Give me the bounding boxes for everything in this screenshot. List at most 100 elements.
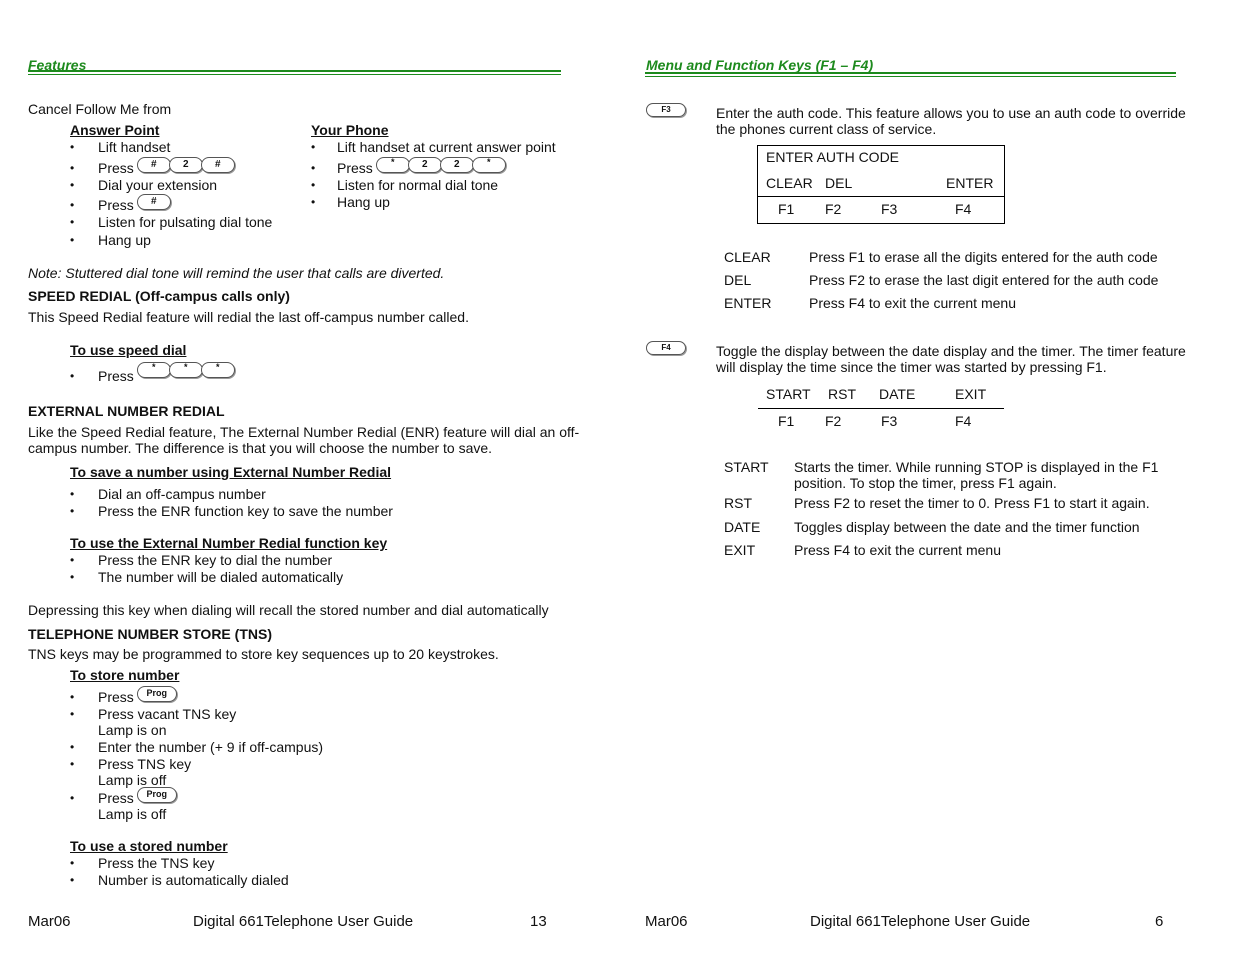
list-item: Press the ENR key to dial the number	[98, 552, 333, 568]
enr-desc: Like the Speed Redial feature, The Exter…	[28, 424, 580, 440]
list-item: Lift handset	[98, 139, 171, 155]
list-item: Lift handset at current answer point	[337, 139, 556, 155]
title-rule	[645, 76, 1176, 77]
def-text: position. To stop the timer, press F1 ag…	[794, 475, 1057, 491]
display-divider	[757, 196, 1004, 197]
key-sequence: * 2 2 *	[375, 157, 506, 173]
fkey-label: F3	[881, 413, 898, 429]
list-item: Number is automatically dialed	[98, 872, 289, 888]
key-sequence: #	[136, 194, 171, 210]
display-title: ENTER AUTH CODE	[766, 149, 900, 165]
def-term: DATE	[724, 519, 761, 535]
def-term: START	[724, 459, 769, 475]
hash-key-icon: #	[136, 194, 171, 210]
title-rule	[28, 70, 561, 72]
def-term: ENTER	[724, 295, 772, 311]
def-term: RST	[724, 495, 752, 511]
footer-page-number: 13	[530, 913, 547, 930]
f3-desc: Enter the auth code. This feature allows…	[716, 105, 1186, 121]
display-label: ENTER	[946, 175, 994, 191]
enr-use-heading: To use the External Number Redial functi…	[70, 535, 388, 551]
list-item: Press Prog	[98, 787, 177, 806]
hash-key-icon: #	[200, 157, 235, 173]
speed-redial-heading: SPEED REDIAL (Off-campus calls only)	[28, 288, 290, 304]
list-subitem: Lamp is off	[98, 772, 167, 788]
list-item: Dial an off-campus number	[98, 486, 266, 502]
footer-date: Mar06	[645, 913, 688, 930]
tns-store-heading: To store number	[70, 667, 180, 683]
prog-key-icon: Prog	[136, 787, 177, 803]
list-item: Press * * *	[98, 362, 235, 384]
title-rule	[28, 74, 561, 75]
star-key-icon: *	[136, 362, 171, 378]
list-subitem: Lamp is off	[98, 806, 167, 822]
enr-footer-note: Depressing this key when dialing will re…	[28, 602, 549, 618]
star-key-icon: *	[471, 157, 506, 173]
def-text: Toggles display between the date and the…	[794, 519, 1140, 535]
list-item: Listen for pulsating dial tone	[98, 214, 273, 230]
f3-desc: the phones current class of service.	[716, 121, 937, 137]
f4-key-icon: F4	[646, 341, 686, 355]
display-label: RST	[828, 386, 856, 402]
fkey-label: F1	[778, 201, 795, 217]
list-item: Press Prog	[98, 686, 177, 705]
display-label: CLEAR	[766, 175, 813, 191]
fkey-label: F3	[881, 201, 898, 217]
intro-text: Cancel Follow Me from	[28, 101, 172, 117]
list-item: Press #2 #	[98, 157, 235, 176]
footer-date: Mar06	[28, 913, 71, 930]
def-term: EXIT	[724, 542, 756, 558]
list-item: Press vacant TNS key	[98, 706, 237, 722]
list-item: Press TNS key	[98, 756, 192, 772]
list-item: Listen for normal dial tone	[337, 177, 499, 193]
def-text: Starts the timer. While running STOP is …	[794, 459, 1159, 475]
your-phone-heading: Your Phone	[311, 122, 389, 138]
footer-page-number: 6	[1155, 913, 1164, 930]
display-label: START	[766, 386, 811, 402]
two-key-icon: 2	[407, 157, 442, 173]
list-item: Press the TNS key	[98, 855, 215, 871]
display-label: DATE	[879, 386, 916, 402]
star-key-icon: *	[168, 362, 203, 378]
section-title: Menu and Function Keys (F1 – F4)	[646, 57, 874, 73]
star-key-icon: *	[375, 157, 410, 173]
f4-desc: Toggle the display between the date disp…	[716, 343, 1186, 359]
fkey-label: F4	[955, 413, 972, 429]
enr-desc: campus number. The difference is that yo…	[28, 440, 493, 456]
tns-desc: TNS keys may be programmed to store key …	[28, 646, 499, 662]
f3-key-icon: F3	[646, 103, 686, 117]
two-key-icon: 2	[439, 157, 474, 173]
prog-key-icon: Prog	[136, 686, 177, 702]
list-item: Dial your extension	[98, 177, 218, 193]
display-label: DEL	[825, 175, 853, 191]
key-sequence: Prog	[136, 787, 177, 803]
fkey-label: F1	[778, 413, 795, 429]
list-item: Hang up	[98, 232, 151, 248]
list-item: Press the ENR function key to save the n…	[98, 503, 393, 519]
speed-redial-desc: This Speed Redial feature will redial th…	[28, 309, 469, 325]
list-item: Press #	[98, 194, 171, 213]
title-rule	[645, 72, 1176, 74]
def-text: Press F4 to exit the current menu	[809, 295, 1016, 311]
display-label: EXIT	[955, 386, 987, 402]
two-key-icon: 2	[168, 157, 203, 173]
fkey-label: F4	[955, 201, 972, 217]
key-sequence: * * *	[136, 362, 235, 378]
star-key-icon: *	[200, 362, 235, 378]
footer-title: Digital 661Telephone User Guide	[193, 913, 414, 930]
fkey-label: F2	[825, 413, 842, 429]
def-text: Press F4 to exit the current menu	[794, 542, 1001, 558]
speed-dial-subheading: To use speed dial	[70, 342, 187, 358]
list-subitem: Lamp is on	[98, 722, 167, 738]
footer-title: Digital 661Telephone User Guide	[810, 913, 1031, 930]
def-term: DEL	[724, 272, 752, 288]
def-text: Press F1 to erase all the digits entered…	[809, 249, 1158, 265]
tns-heading: TELEPHONE NUMBER STORE (TNS)	[28, 626, 272, 642]
enr-save-heading: To save a number using External Number R…	[70, 464, 392, 480]
enr-heading: EXTERNAL NUMBER REDIAL	[28, 403, 225, 419]
list-item: Hang up	[337, 194, 390, 210]
key-sequence: #2 #	[136, 157, 235, 173]
fkey-label: F2	[825, 201, 842, 217]
note-text: Note: Stuttered dial tone will remind th…	[28, 265, 445, 281]
hash-key-icon: #	[136, 157, 171, 173]
